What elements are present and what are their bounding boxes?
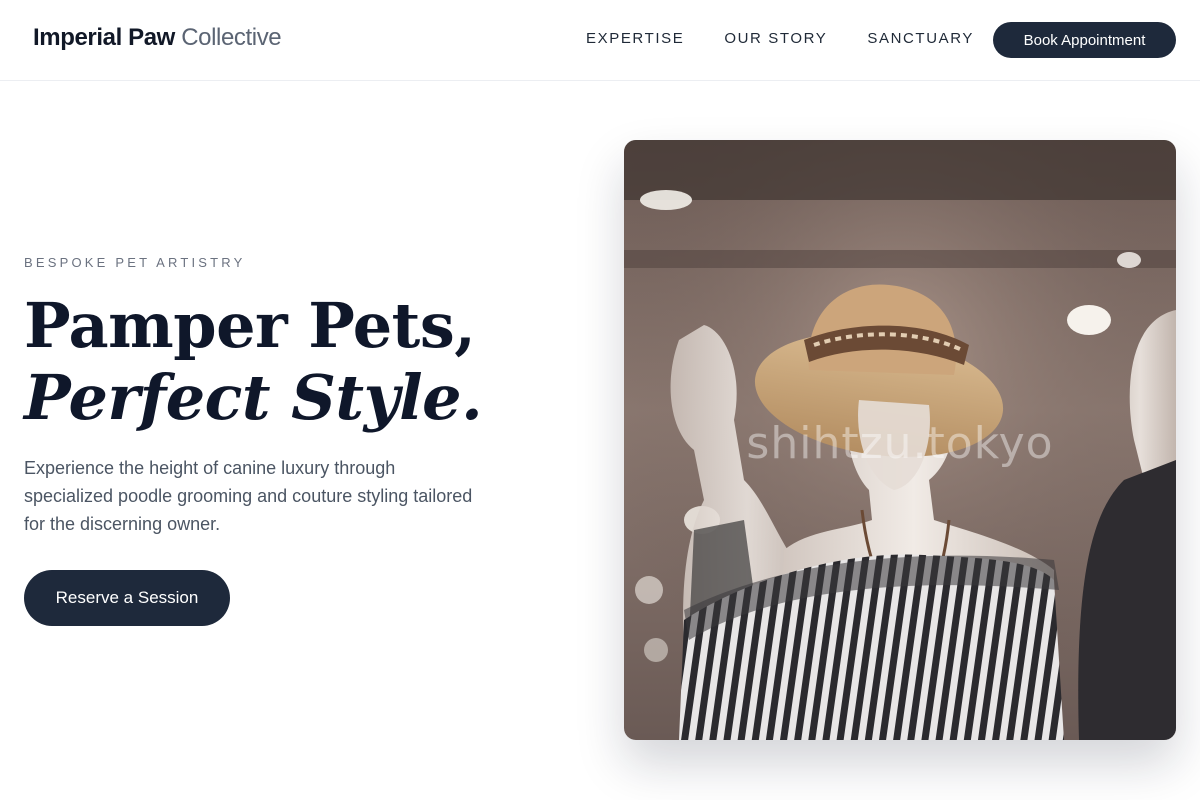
brand-name-light: Collective xyxy=(174,24,282,51)
book-appointment-button[interactable]: Book Appointment xyxy=(993,22,1176,58)
site-header: Imperial Paw Collective EXPERTISE OUR ST… xyxy=(0,0,1200,81)
brand-logo[interactable]: Imperial Paw Collective xyxy=(33,24,282,52)
hero-headline: Pamper Pets, Perfect Style. xyxy=(24,289,483,434)
image-watermark: shihtzu.tokyo xyxy=(746,418,1054,469)
hero-eyebrow: BESPOKE PET ARTISTRY xyxy=(24,255,246,270)
hero-image: shihtzu.tokyo xyxy=(624,140,1176,740)
reserve-session-button[interactable]: Reserve a Session xyxy=(24,570,230,626)
main-nav: EXPERTISE OUR STORY SANCTUARY xyxy=(586,30,974,47)
brand-name-strong: Imperial Paw xyxy=(33,24,175,51)
nav-link-our-story[interactable]: OUR STORY xyxy=(724,30,827,47)
hero-headline-line2: Perfect Style. xyxy=(24,361,483,434)
hero-description: Experience the height of canine luxury t… xyxy=(24,458,473,534)
nav-link-expertise[interactable]: EXPERTISE xyxy=(586,30,684,47)
nav-link-sanctuary[interactable]: SANCTUARY xyxy=(867,30,974,47)
hero-headline-line1: Pamper Pets, xyxy=(24,289,476,362)
